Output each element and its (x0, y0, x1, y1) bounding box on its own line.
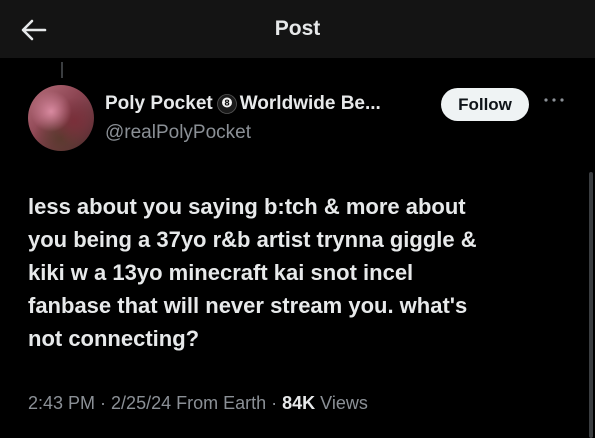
post-text-line: fanbase that will never stream you. what… (28, 293, 468, 318)
author-name[interactable]: Poly Pocket 8 Worldwide Be... (105, 93, 381, 115)
views-label: Views (315, 393, 368, 413)
page-title: Post (274, 17, 321, 40)
author-handle[interactable]: @realPolyPocket (105, 122, 251, 144)
author-name-suffix: Worldwide Be... (239, 93, 381, 114)
svg-text:8: 8 (224, 99, 230, 108)
post-text-line: kiki w a 13yo minecraft kai snot incel (28, 260, 414, 285)
thread-connector-line (61, 62, 63, 78)
post-location: From Earth (171, 393, 267, 413)
8-ball-icon: 8 (216, 94, 237, 114)
more-options-button[interactable] (541, 90, 567, 110)
avatar[interactable] (28, 85, 94, 151)
views-count[interactable]: 84K (282, 393, 315, 413)
more-horizontal-icon (544, 98, 564, 102)
follow-button[interactable]: Follow (441, 88, 529, 121)
post-text-line: not connecting? (28, 326, 200, 351)
author-name-text: Poly Pocket (105, 93, 213, 114)
scrollbar[interactable] (589, 172, 593, 438)
meta-separator: · (266, 393, 283, 413)
post-metadata: 2:43 PM · 2/25/24 From Earth · 84K Views (28, 393, 368, 414)
meta-separator: · (95, 393, 112, 413)
post-time[interactable]: 2:43 PM (28, 393, 95, 413)
post-date[interactable]: 2/25/24 (111, 393, 171, 413)
top-bar: Post (0, 0, 595, 58)
post-text-line: less about you saying b:tch & more about (28, 194, 466, 219)
post-text-line: you being a 37yo r&b artist trynna giggl… (28, 227, 477, 252)
post-text: less about you saying b:tch & more about… (28, 190, 558, 355)
